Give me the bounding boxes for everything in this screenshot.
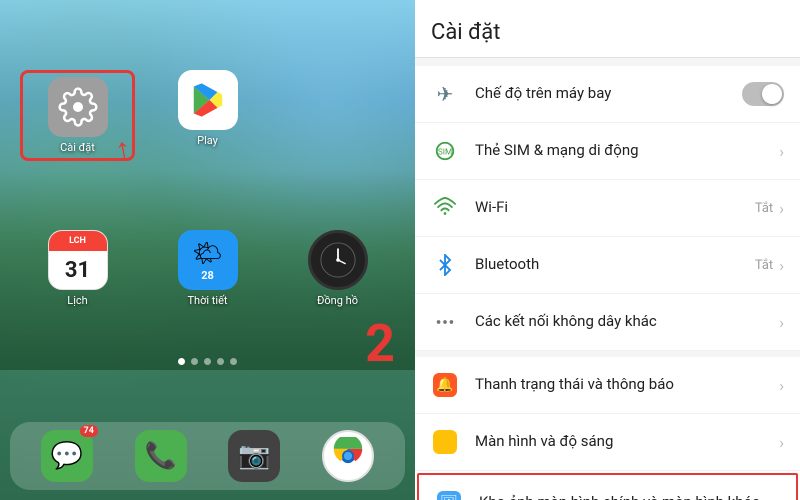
settings-label-notification: Thanh trạng thái và thông báo <box>475 375 779 395</box>
app-grid-row2: LCH 31 Lịch 🌤 28 Thời tiết <box>0 220 415 317</box>
wallpaper-chevron: › <box>775 494 780 500</box>
app-label-play: Play <box>197 134 218 147</box>
app-icon-calendar[interactable]: LCH 31 Lịch <box>20 230 135 307</box>
settings-label-sim: Thẻ SIM & mạng di động <box>475 141 779 161</box>
dot-3 <box>204 358 211 365</box>
wifi-value: Tắt <box>755 201 773 216</box>
settings-item-airplane[interactable]: ✈ Chế độ trên máy bay <box>415 66 800 123</box>
wifi-right: Tắt › <box>755 199 784 218</box>
display-icon: ☀ <box>431 428 459 456</box>
settings-item-notification[interactable]: 🔔 Thanh trạng thái và thông báo › <box>415 351 800 414</box>
more-chevron: › <box>779 313 784 332</box>
notification-right: › <box>779 376 784 395</box>
wallpaper-icon: 🖼 <box>435 489 463 500</box>
settings-label-wifi: Wi-Fi <box>475 198 755 218</box>
dot-2 <box>191 358 198 365</box>
settings-item-bluetooth[interactable]: Bluetooth Tắt › <box>415 237 800 294</box>
settings-item-wallpaper[interactable]: 🖼 Kho ảnh màn hình chính và màn hình khó… <box>417 473 798 500</box>
app-label-weather: Thời tiết <box>187 294 227 307</box>
messages-badge: 74 <box>80 425 98 437</box>
dock-icon-messages[interactable]: 💬 74 <box>41 430 93 482</box>
wifi-chevron: › <box>779 199 784 218</box>
settings-item-display[interactable]: ☀ Màn hình và độ sáng › <box>415 414 800 471</box>
bluetooth-right: Tắt › <box>755 256 784 275</box>
wifi-icon <box>431 194 459 222</box>
display-chevron: › <box>779 433 784 452</box>
home-screen: Cài đặt <box>0 0 415 500</box>
settings-header: Cài đặt <box>415 0 800 58</box>
bluetooth-chevron: › <box>779 256 784 275</box>
settings-label-display: Màn hình và độ sáng <box>475 432 779 452</box>
app-dock: 💬 74 📞 📷 <box>10 422 405 490</box>
notification-chevron: › <box>779 376 784 395</box>
settings-title: Cài đặt <box>431 20 784 45</box>
settings-item-more[interactable]: Các kết nối không dây khác › <box>415 294 800 351</box>
sim-chevron: › <box>779 142 784 161</box>
app-label-settings: Cài đặt <box>60 141 95 154</box>
dot-1 <box>178 358 185 365</box>
settings-panel: Cài đặt ✈ Chế độ trên máy bay SIM Thẻ SI… <box>415 0 800 500</box>
airplane-icon: ✈ <box>431 80 459 108</box>
sim-icon: SIM <box>431 137 459 165</box>
settings-label-bluetooth: Bluetooth <box>475 255 755 275</box>
dot-5 <box>230 358 237 365</box>
sim-right: › <box>779 142 784 161</box>
bluetooth-icon <box>431 251 459 279</box>
wallpaper-right: › <box>775 494 780 500</box>
notification-icon: 🔔 <box>431 371 459 399</box>
display-right: › <box>779 433 784 452</box>
settings-list: ✈ Chế độ trên máy bay SIM Thẻ SIM & mạng… <box>415 66 800 500</box>
dot-4 <box>217 358 224 365</box>
number-annotation-2: 2 <box>365 318 395 370</box>
settings-label-more: Các kết nối không dây khác <box>475 312 779 332</box>
airplane-toggle[interactable] <box>742 82 784 106</box>
app-icon-clock[interactable]: Đồng hồ <box>280 230 395 307</box>
app-label-calendar: Lịch <box>67 294 87 307</box>
settings-item-wifi[interactable]: Wi-Fi Tắt › <box>415 180 800 237</box>
settings-item-sim[interactable]: SIM Thẻ SIM & mạng di động › <box>415 123 800 180</box>
app-icon-play[interactable]: Play <box>150 70 265 161</box>
more-right: › <box>779 313 784 332</box>
app-label-clock: Đồng hồ <box>317 294 358 307</box>
dock-icon-chrome[interactable] <box>322 430 374 482</box>
settings-label-airplane: Chế độ trên máy bay <box>475 84 742 104</box>
app-grid-row1: Cài đặt <box>0 60 415 171</box>
svg-text:SIM: SIM <box>438 148 452 158</box>
dock-icon-phone[interactable]: 📞 <box>135 430 187 482</box>
app-icon-empty <box>280 70 395 161</box>
dock-icon-camera[interactable]: 📷 <box>228 430 280 482</box>
page-dots <box>0 358 415 365</box>
airplane-toggle-area <box>742 82 784 106</box>
settings-label-wallpaper: Kho ảnh màn hình chính và màn hình khóa <box>479 493 775 500</box>
app-icon-weather[interactable]: 🌤 28 Thời tiết <box>150 230 265 307</box>
more-connections-icon <box>431 308 459 336</box>
bluetooth-value: Tắt <box>755 258 773 273</box>
